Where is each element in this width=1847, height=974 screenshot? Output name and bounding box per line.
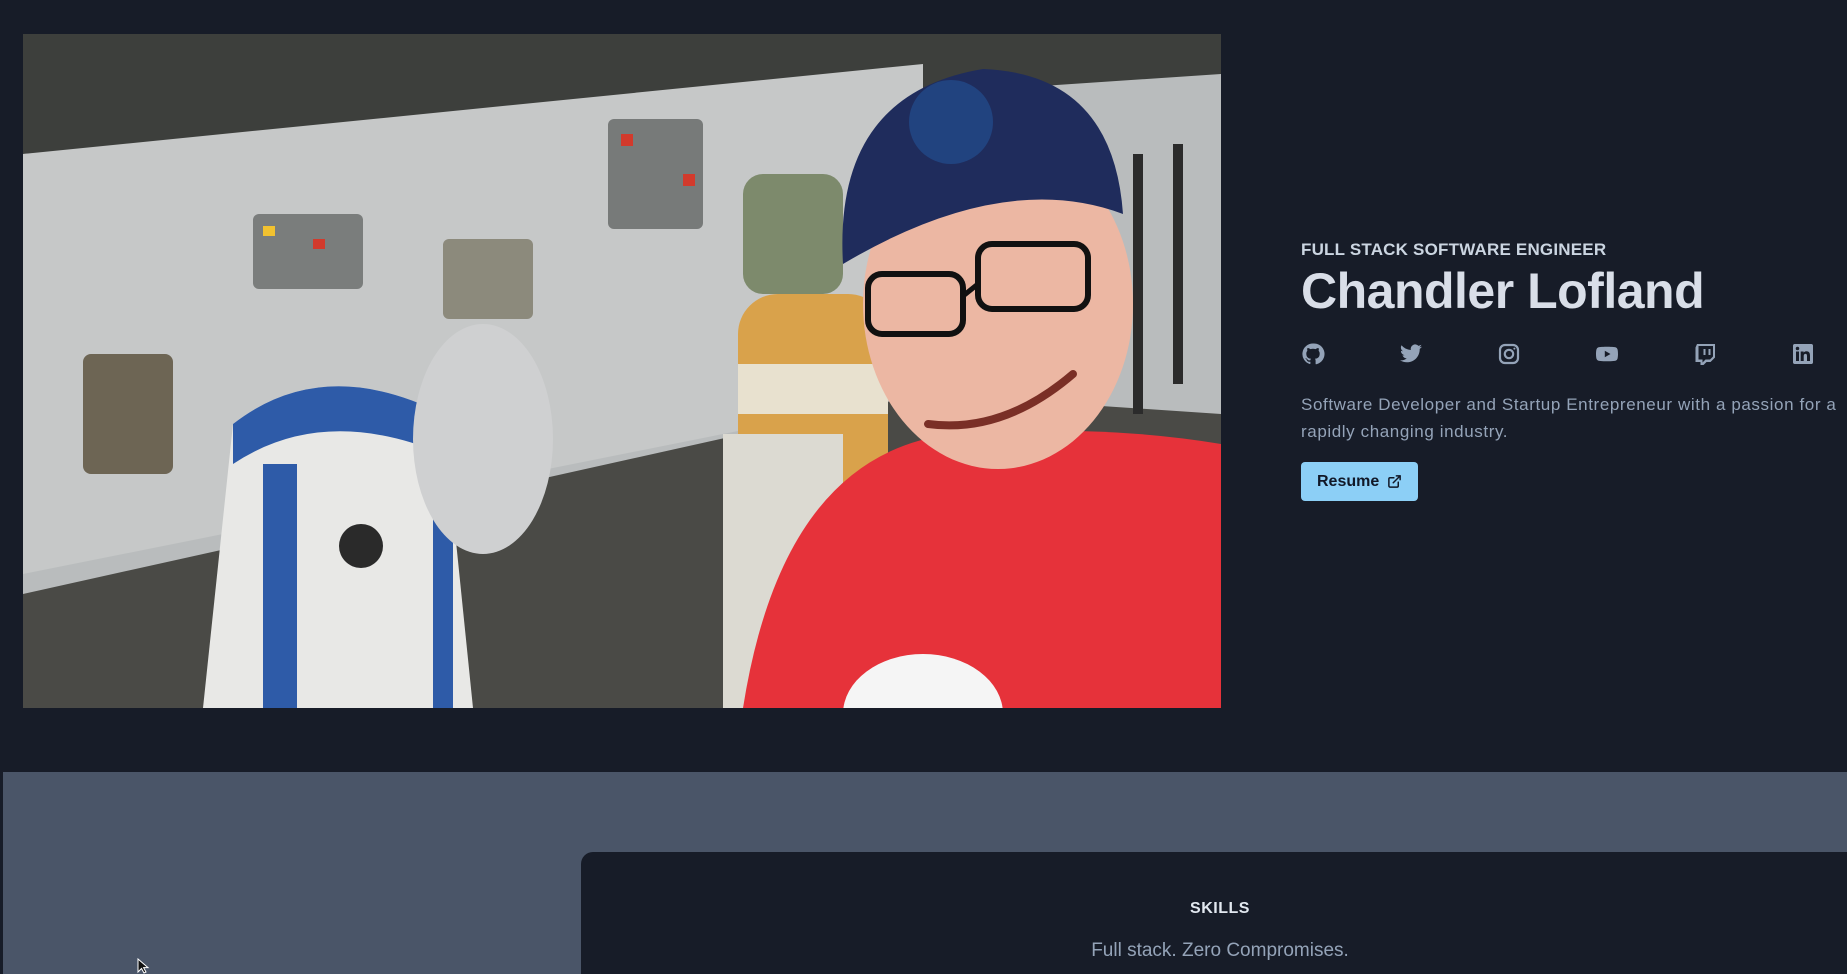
github-icon[interactable] [1301, 342, 1325, 366]
role-label: FULL STACK SOFTWARE ENGINEER [1301, 240, 1607, 259]
resume-button[interactable]: Resume [1301, 462, 1419, 501]
linkedin-icon[interactable] [1791, 342, 1815, 366]
instagram-icon[interactable] [1497, 342, 1521, 366]
twitter-icon[interactable] [1399, 342, 1423, 366]
skills-card: SKILLS Full stack. Zero Compromises. [581, 852, 1847, 974]
bio-text: Software Developer and Startup Entrepren… [1301, 395, 1837, 441]
page-title: Chandler Lofland [1301, 263, 1705, 319]
youtube-icon[interactable] [1595, 342, 1619, 366]
profile-photo [23, 34, 1221, 708]
skills-subtitle: Full stack. Zero Compromises. [1091, 940, 1349, 961]
social-links [1301, 342, 1847, 366]
skills-heading: SKILLS [1190, 900, 1250, 917]
resume-button-label: Resume [1317, 472, 1380, 490]
mouse-cursor-icon [137, 958, 150, 974]
intro-section: FULL STACK SOFTWARE ENGINEER Chandler Lo… [1301, 240, 1847, 501]
external-link-icon [1388, 475, 1402, 488]
twitch-icon[interactable] [1693, 342, 1717, 366]
